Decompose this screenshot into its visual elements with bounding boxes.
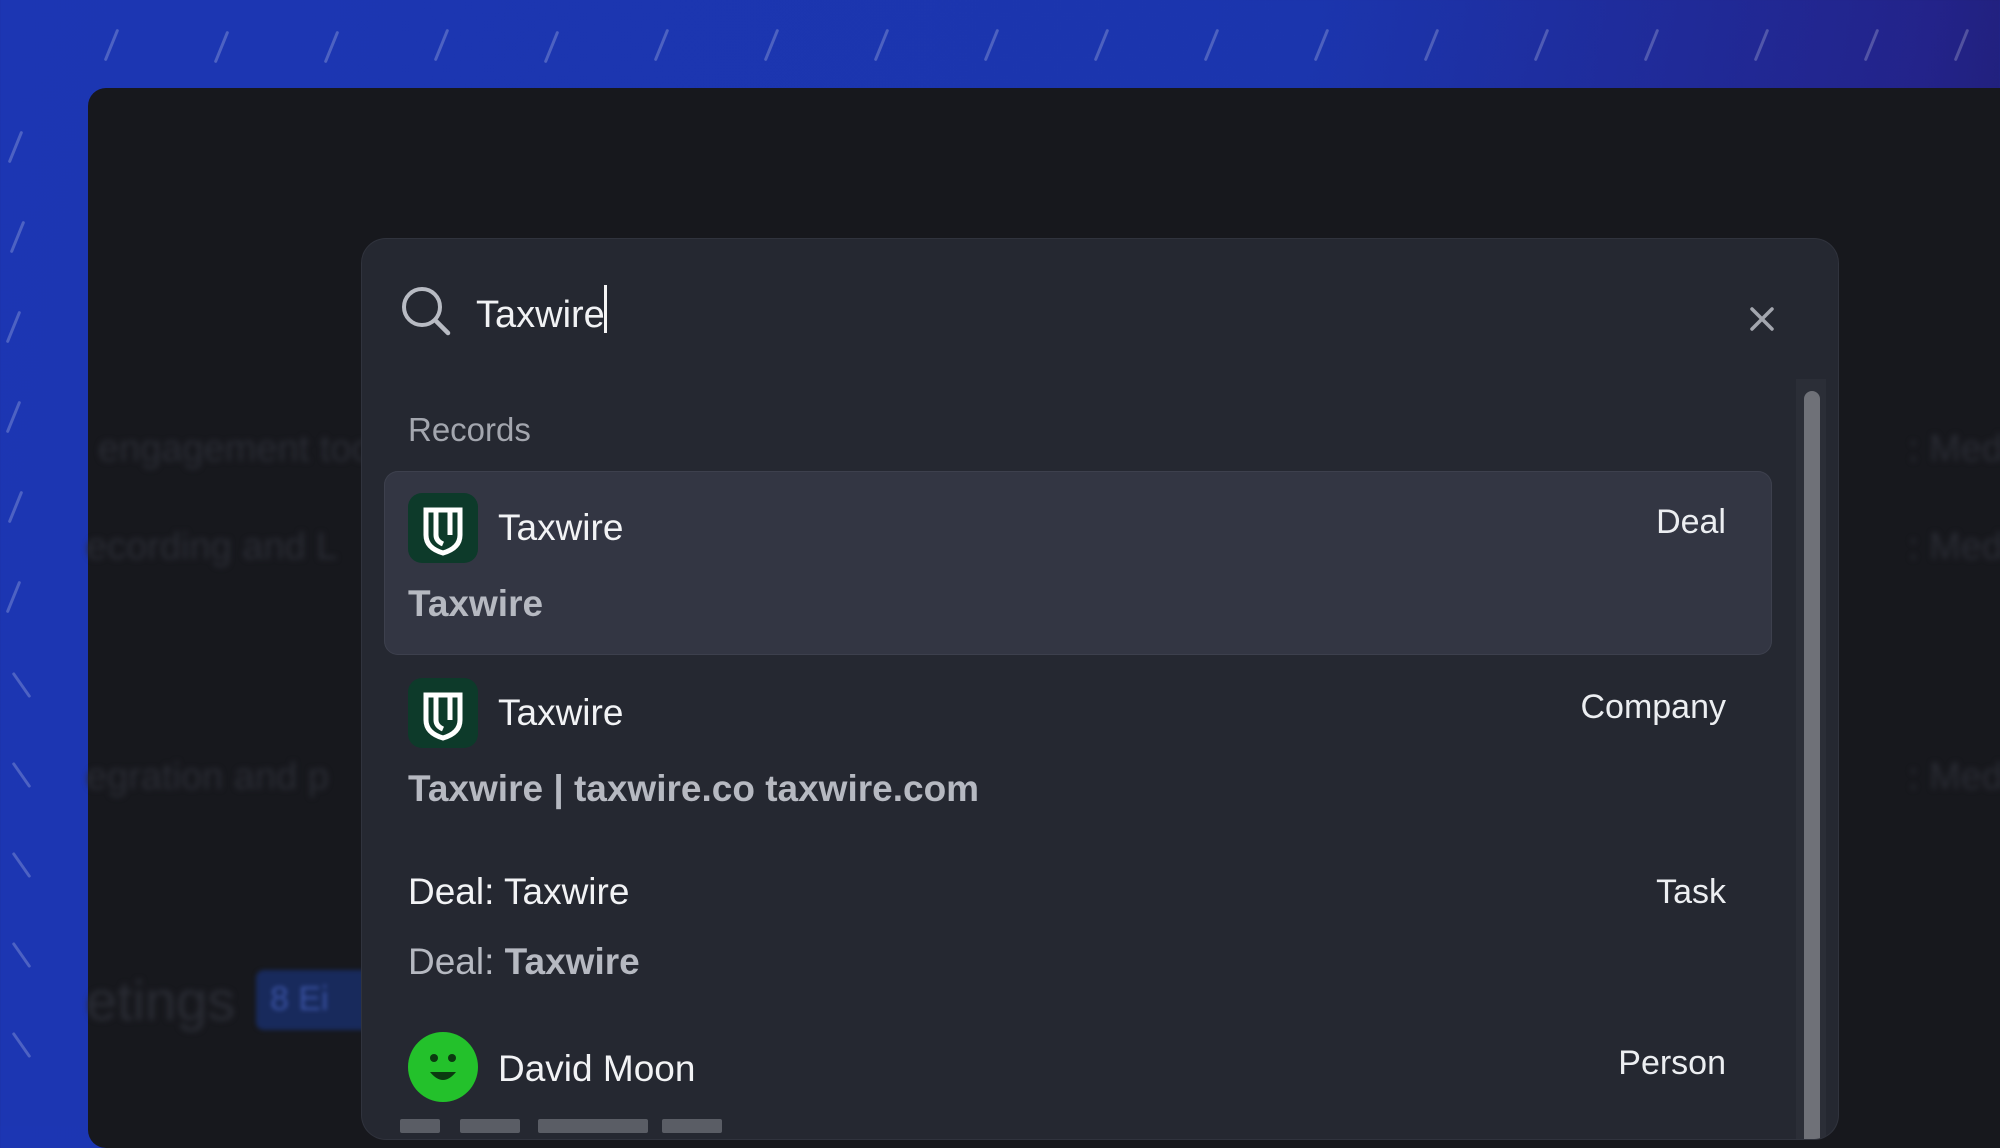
result-item-deal[interactable]: Taxwire Deal Taxwire xyxy=(384,471,1772,655)
truncated-content xyxy=(538,1119,648,1133)
result-subtitle-match: Taxwire xyxy=(504,941,640,982)
result-type-label: Task xyxy=(1656,873,1726,911)
background-text: : Medium xyxy=(1908,428,2000,470)
result-item-task[interactable]: Deal: Taxwire Task Deal: Taxwire xyxy=(384,841,1772,1011)
background-text: : Medium xyxy=(1908,756,2000,798)
search-icon xyxy=(402,287,451,336)
result-title: Deal: Taxwire xyxy=(408,871,630,912)
background-text: egration and p xyxy=(86,756,329,798)
result-type-label: Deal xyxy=(1656,503,1726,541)
result-subtitle: Deal: Taxwire xyxy=(408,941,640,983)
search-input[interactable] xyxy=(476,285,1576,345)
result-title: David Moon xyxy=(498,1048,696,1089)
background-badge: 8 Ei xyxy=(256,970,376,1030)
taxwire-logo-icon xyxy=(408,678,478,748)
truncated-content xyxy=(460,1119,520,1133)
scrollbar-thumb[interactable] xyxy=(1804,391,1820,1139)
search-bar xyxy=(362,239,1838,379)
close-icon[interactable] xyxy=(1742,299,1782,339)
search-palette: Records Taxwire Deal Taxwire Taxwire Com… xyxy=(362,239,1838,1139)
result-subtitle-match: Taxwire xyxy=(408,583,544,624)
background-text: engagement tools xyxy=(98,428,401,470)
background-text: : Medium xyxy=(1908,526,2000,568)
section-label: Records xyxy=(408,411,531,448)
result-type-label: Company xyxy=(1580,688,1726,726)
truncated-content xyxy=(662,1119,722,1133)
result-subtitle-match: Taxwire | taxwire.co taxwire.com xyxy=(408,768,980,809)
result-subtitle-prefix: Deal: xyxy=(408,941,505,982)
scrollbar[interactable] xyxy=(1796,379,1826,1139)
result-subtitle: Taxwire xyxy=(408,583,543,625)
result-title: Taxwire xyxy=(498,692,624,733)
smiley-avatar-icon xyxy=(408,1032,478,1102)
result-subtitle: Taxwire | taxwire.co taxwire.com xyxy=(408,768,979,810)
result-type-label: Person xyxy=(1618,1044,1726,1082)
result-title: Taxwire xyxy=(498,507,624,548)
background-text: ecording and L xyxy=(86,526,338,568)
taxwire-logo-icon xyxy=(408,493,478,563)
result-item-company[interactable]: Taxwire Company Taxwire | taxwire.co tax… xyxy=(384,656,1772,840)
background-text: etings xyxy=(86,969,236,1032)
truncated-content xyxy=(400,1119,440,1133)
text-caret xyxy=(604,285,607,333)
